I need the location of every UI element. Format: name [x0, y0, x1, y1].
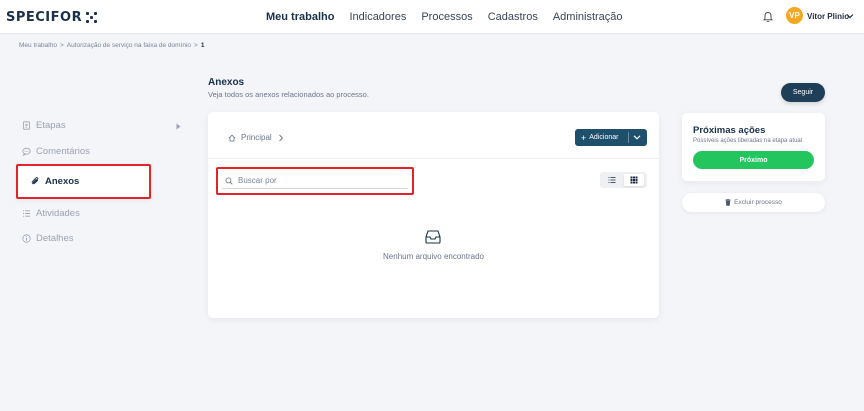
- logo[interactable]: SPECIFOR: [6, 10, 98, 25]
- page-title: Anexos: [208, 77, 245, 88]
- home-icon: [228, 134, 236, 141]
- grid-view-icon: [630, 176, 638, 184]
- next-actions-subtitle: Possíveis ações liberadas na etapa atual: [693, 138, 803, 144]
- paperclip-icon: [31, 177, 39, 185]
- add-button-label: Adicionar: [589, 134, 619, 141]
- sidebar-item-etapas[interactable]: Etapas: [22, 120, 66, 131]
- nav-item-administracao[interactable]: Administração: [553, 11, 623, 23]
- caret-right-icon[interactable]: [176, 123, 181, 130]
- nav-item-meu-trabalho[interactable]: Meu trabalho: [266, 11, 334, 23]
- sidebar-item-detalhes[interactable]: Detalhes: [22, 233, 74, 244]
- logo-text: SPECIFOR: [6, 10, 83, 25]
- card-divider: [208, 158, 659, 159]
- sidebar-item-label: Comentários: [36, 146, 90, 157]
- page-subtitle: Veja todos os anexos relacionados ao pro…: [208, 90, 369, 99]
- nav-item-processos[interactable]: Processos: [421, 11, 472, 23]
- folder-crumb-label: Principal: [241, 133, 272, 142]
- breadcrumb-item-current: 1: [200, 42, 205, 49]
- search-input[interactable]: [238, 176, 398, 185]
- sidebar-item-comentarios[interactable]: Comentários: [22, 146, 90, 157]
- next-actions-title: Próximas ações: [693, 125, 766, 136]
- empty-state-message: Nenhum arquivo encontrado: [383, 252, 484, 261]
- breadcrumb: Meu trabalho > Autorização de serviço na f…: [19, 42, 204, 49]
- folder-breadcrumb[interactable]: Principal: [228, 133, 285, 142]
- search-icon: [225, 177, 233, 185]
- list-view-icon: [608, 177, 616, 183]
- nav-item-cadastros[interactable]: Cadastros: [488, 11, 538, 23]
- add-button-divider: [628, 132, 629, 143]
- user-name[interactable]: Vitor Plinio: [807, 12, 849, 21]
- follow-button[interactable]: Seguir: [781, 83, 825, 102]
- search-field[interactable]: [222, 173, 408, 189]
- main-nav: Meu trabalho Indicadores Processos Cadas…: [266, 11, 623, 23]
- chevron-down-icon[interactable]: [633, 135, 641, 140]
- next-actions-card: Próximas ações Possíveis ações liberadas…: [682, 113, 825, 181]
- view-toggle: [600, 172, 647, 188]
- trash-icon: [725, 199, 731, 206]
- avatar[interactable]: VP: [786, 7, 803, 24]
- breadcrumb-separator: >: [194, 42, 198, 49]
- info-icon: [22, 234, 31, 243]
- plus-icon: +: [581, 132, 587, 143]
- breadcrumb-item-meu-trabalho[interactable]: Meu trabalho: [19, 42, 57, 49]
- sidebar-item-label: Anexos: [45, 176, 80, 187]
- inbox-icon: [425, 230, 441, 244]
- chevron-down-icon[interactable]: [846, 13, 854, 19]
- list-view-button[interactable]: [602, 174, 622, 186]
- sidebar-item-label: Atividades: [36, 208, 80, 219]
- attachments-card: Principal + Adicionar Nenhum arquivo enc…: [208, 112, 659, 318]
- comment-icon: [22, 147, 31, 156]
- delete-process-label: Excluir processo: [734, 199, 782, 206]
- grid-view-button[interactable]: [624, 174, 644, 186]
- top-bar: SPECIFOR Meu trabalho Indicadores Proces…: [0, 0, 864, 34]
- delete-process-button[interactable]: Excluir processo: [682, 193, 825, 212]
- breadcrumb-separator: >: [59, 42, 64, 49]
- logo-mark-icon: [86, 12, 98, 23]
- chevron-right-icon: [278, 134, 283, 141]
- breadcrumb-item-process-type[interactable]: Autorização de serviço na faixa de domín…: [67, 42, 191, 49]
- next-button[interactable]: Próximo: [693, 151, 814, 169]
- document-icon: [23, 121, 30, 130]
- sidebar-item-atividades[interactable]: Atividades: [22, 208, 80, 219]
- nav-item-indicadores[interactable]: Indicadores: [349, 11, 406, 23]
- sidebar-item-label: Etapas: [36, 120, 66, 131]
- sidebar-item-anexos[interactable]: Anexos: [16, 164, 151, 199]
- list-icon: [23, 210, 30, 217]
- sidebar-item-label: Detalhes: [36, 233, 74, 244]
- bell-icon[interactable]: [762, 11, 774, 23]
- search-highlight-box: [216, 167, 414, 195]
- add-button[interactable]: + Adicionar: [575, 129, 647, 146]
